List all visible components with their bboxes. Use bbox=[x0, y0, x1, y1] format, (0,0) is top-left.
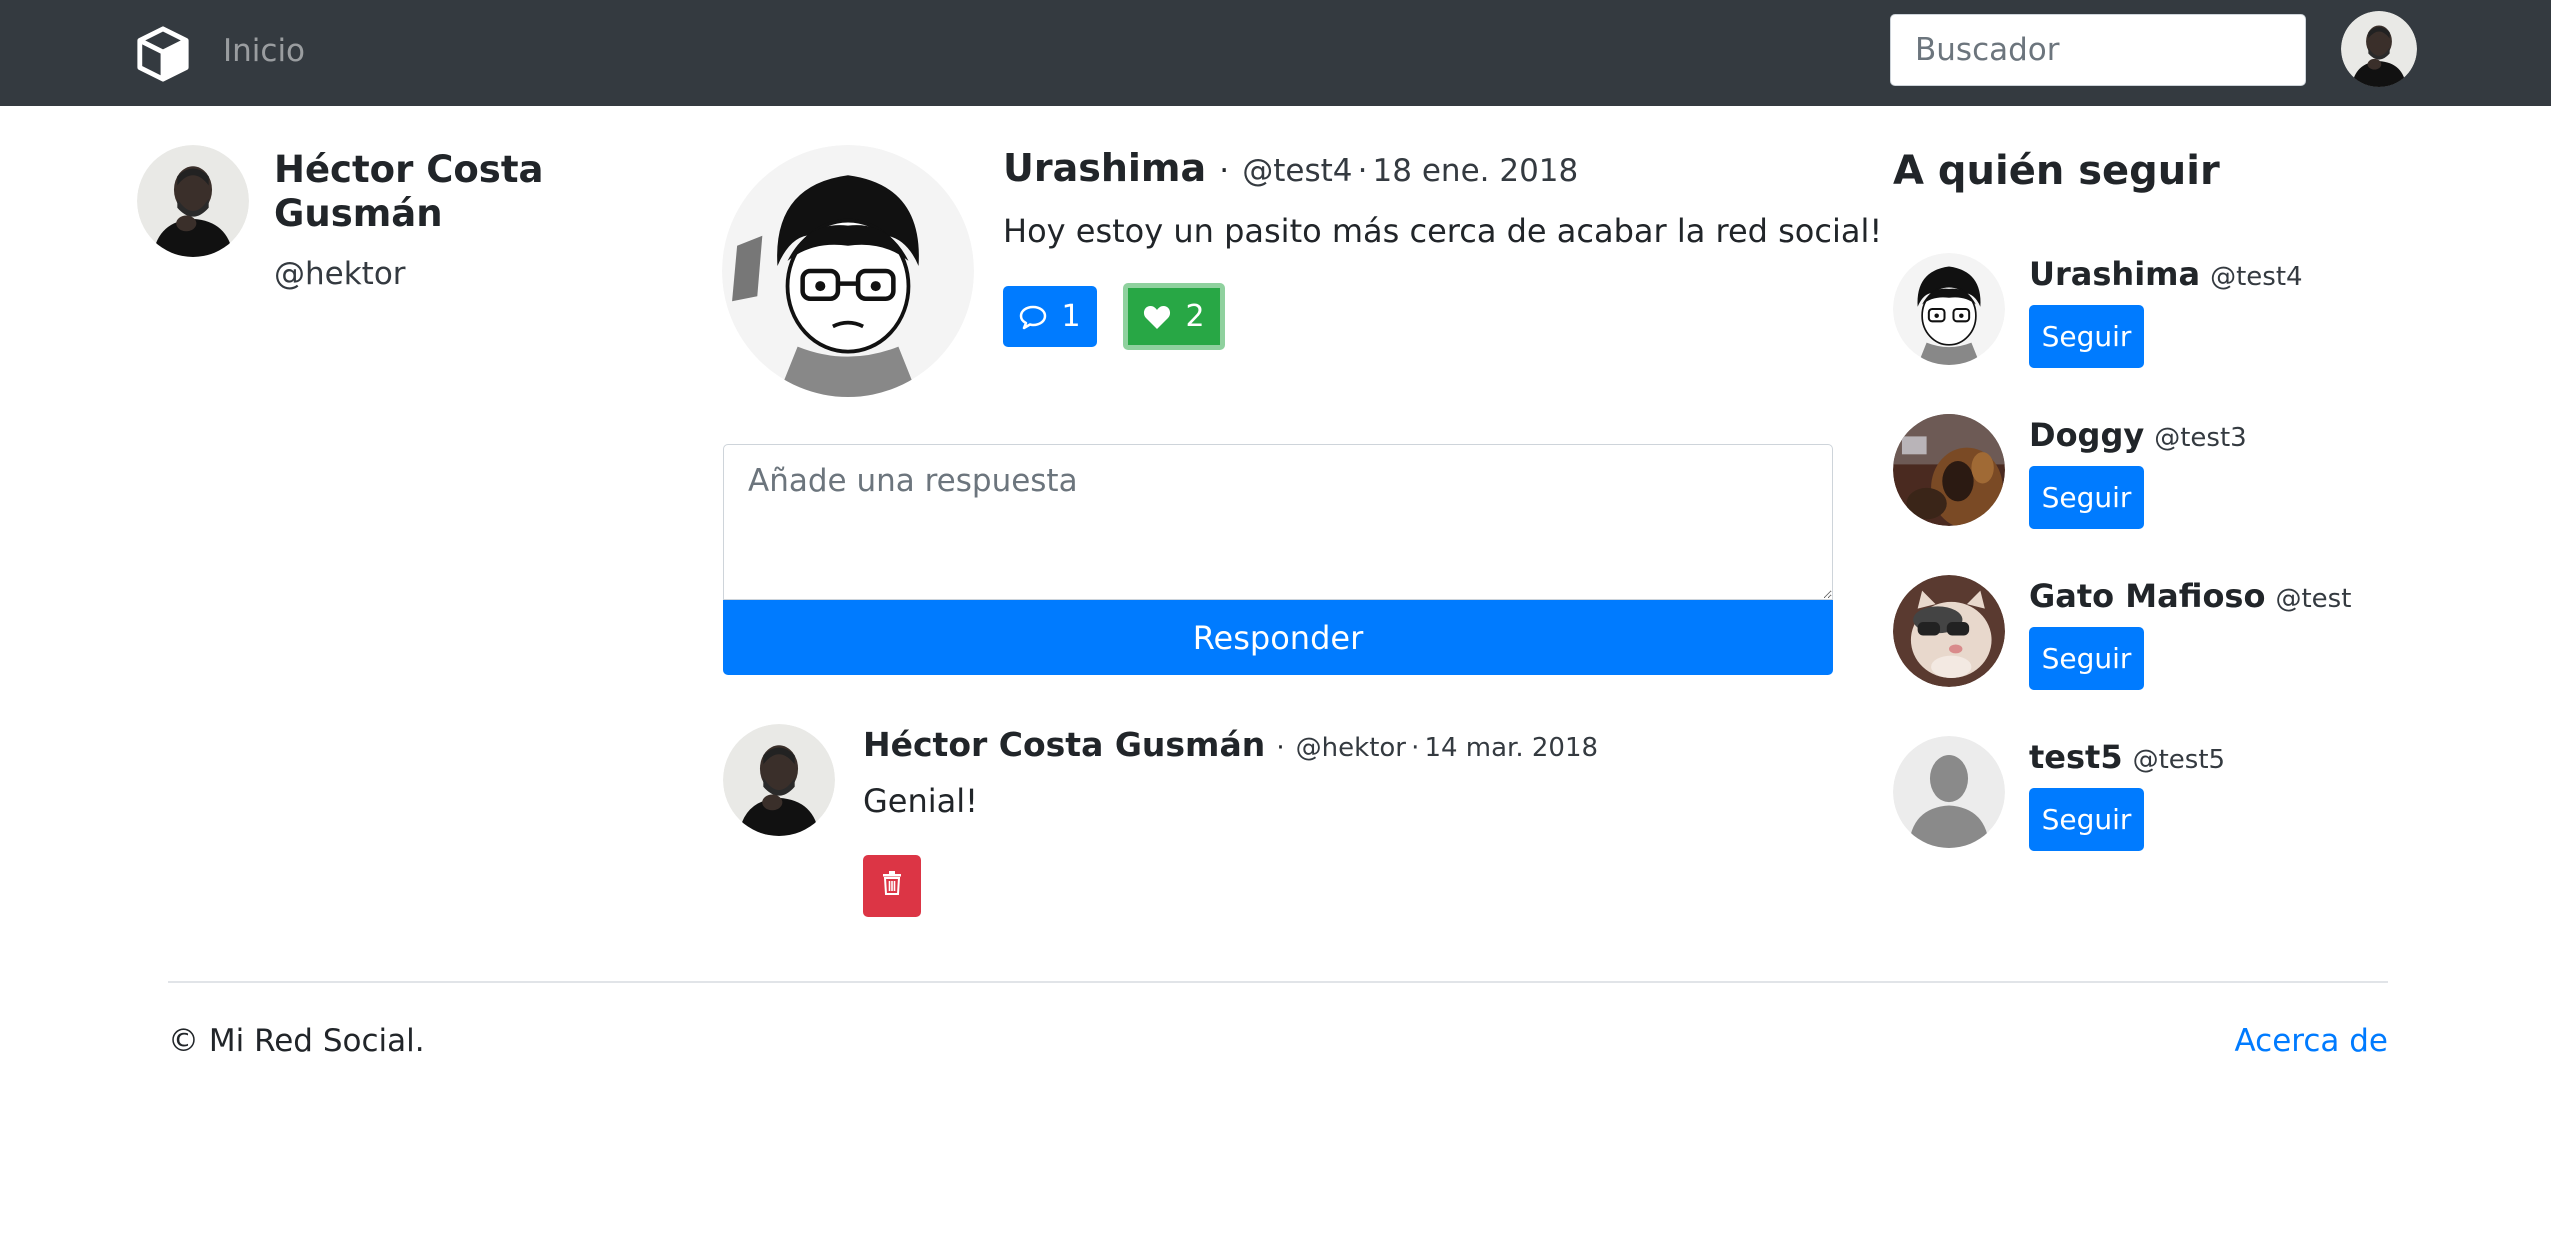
profile-avatar[interactable] bbox=[137, 145, 249, 257]
trash-icon bbox=[881, 869, 903, 904]
separator-dot: · bbox=[1357, 153, 1368, 189]
speech-bubble-icon bbox=[1019, 304, 1047, 330]
follow-button[interactable]: Seguir bbox=[2029, 466, 2144, 529]
reply-header: Héctor Costa Gusmán · @hektor · 14 mar. … bbox=[863, 725, 1598, 764]
navbar: Inicio bbox=[0, 0, 2551, 106]
follow-user-header: Urashima @test4 bbox=[2029, 255, 2303, 293]
follow-user-avatar[interactable] bbox=[1893, 414, 2005, 526]
follow-user-header: test5 @test5 bbox=[2029, 738, 2225, 776]
post-header: Urashima · @test4 · 18 ene. 2018 bbox=[1003, 146, 1578, 190]
nav-link-home[interactable]: Inicio bbox=[223, 33, 305, 69]
reply-textarea[interactable] bbox=[723, 444, 1833, 600]
who-to-follow-title: A quién seguir bbox=[1893, 148, 2220, 194]
post-text: Hoy estoy un pasito más cerca de acabar … bbox=[1003, 212, 1883, 250]
reply-author-handle[interactable]: @hektor bbox=[1296, 733, 1406, 763]
follow-user-name[interactable]: test5 bbox=[2029, 738, 2123, 776]
follow-button[interactable]: Seguir bbox=[2029, 627, 2144, 690]
profile-handle: @hektor bbox=[274, 256, 406, 292]
default-avatar-icon[interactable] bbox=[1893, 736, 2005, 848]
like-button[interactable]: 2 bbox=[1123, 283, 1225, 350]
post-author-avatar[interactable] bbox=[722, 145, 974, 397]
follow-user-avatar[interactable] bbox=[1893, 253, 2005, 365]
follow-user-name[interactable]: Urashima bbox=[2029, 255, 2200, 293]
reply-text: Genial! bbox=[863, 782, 978, 820]
reply-author-avatar[interactable] bbox=[723, 724, 835, 836]
separator-dot: · bbox=[1219, 153, 1230, 189]
reply-author-name[interactable]: Héctor Costa Gusmán bbox=[863, 725, 1265, 764]
reply-submit-button[interactable]: Responder bbox=[723, 600, 1833, 675]
heart-icon bbox=[1143, 304, 1171, 330]
search-input[interactable] bbox=[1890, 14, 2306, 86]
footer-divider bbox=[168, 981, 2388, 983]
post-author-name[interactable]: Urashima bbox=[1003, 146, 1206, 190]
follow-user-header: Doggy @test3 bbox=[2029, 416, 2247, 454]
like-count: 2 bbox=[1185, 299, 1205, 334]
footer-copyright: © Mi Red Social. bbox=[168, 1023, 425, 1059]
comment-count: 1 bbox=[1061, 299, 1081, 334]
profile-name[interactable]: Héctor Costa Gusmán bbox=[274, 148, 604, 236]
separator-dot: · bbox=[1411, 733, 1420, 763]
reply-date: 14 mar. 2018 bbox=[1424, 733, 1599, 763]
follow-user-header: Gato Mafioso @test bbox=[2029, 577, 2351, 615]
follow-user-handle: @test bbox=[2275, 584, 2352, 614]
delete-reply-button[interactable] bbox=[863, 855, 921, 917]
follow-user-name[interactable]: Gato Mafioso bbox=[2029, 577, 2265, 615]
box-icon[interactable] bbox=[134, 25, 192, 83]
follow-button[interactable]: Seguir bbox=[2029, 305, 2144, 368]
post-date: 18 ene. 2018 bbox=[1372, 153, 1579, 189]
post-author-handle[interactable]: @test4 bbox=[1242, 153, 1352, 189]
user-avatar[interactable] bbox=[2341, 11, 2417, 87]
follow-user-handle: @test4 bbox=[2210, 262, 2303, 292]
comment-button[interactable]: 1 bbox=[1003, 286, 1097, 347]
footer-about-link[interactable]: Acerca de bbox=[2235, 1023, 2389, 1059]
separator-dot: · bbox=[1276, 733, 1285, 763]
follow-button[interactable]: Seguir bbox=[2029, 788, 2144, 851]
follow-user-handle: @test3 bbox=[2154, 423, 2247, 453]
follow-user-handle: @test5 bbox=[2132, 745, 2226, 775]
follow-user-name[interactable]: Doggy bbox=[2029, 416, 2144, 454]
follow-user-avatar[interactable] bbox=[1893, 575, 2005, 687]
